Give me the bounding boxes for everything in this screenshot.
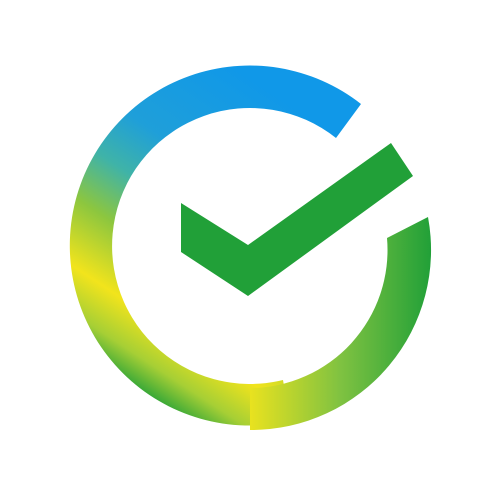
checkmark-icon — [181, 143, 413, 296]
circular-checkmark-logo-icon — [69, 65, 432, 431]
logo-canvas — [0, 0, 500, 500]
